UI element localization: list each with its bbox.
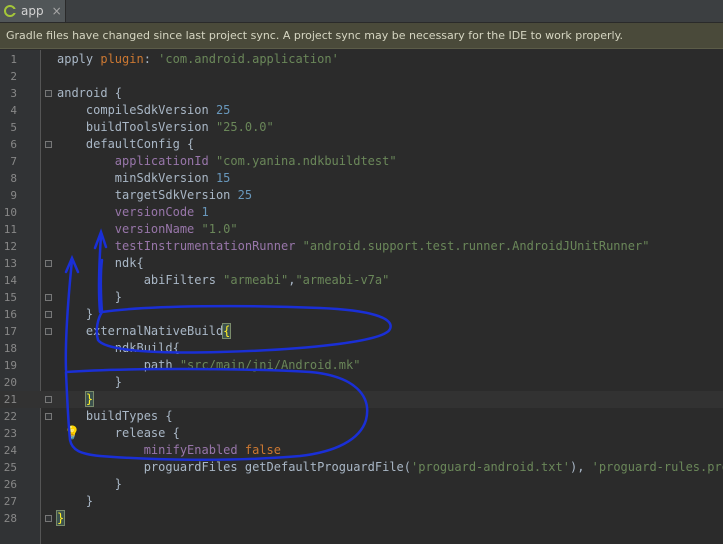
annotation-loop-ndk — [95, 258, 392, 354]
gradle-icon — [4, 5, 17, 17]
tab-label: app — [21, 4, 44, 18]
hand-drawn-annotations — [64, 228, 392, 462]
editor-tab-bar: app × — [0, 0, 723, 23]
sync-notification-banner: Gradle files have changed since last pro… — [0, 23, 723, 49]
annotation-loop-external — [64, 367, 369, 462]
close-icon[interactable]: × — [52, 4, 62, 18]
tab-app[interactable]: app × — [0, 0, 66, 22]
code-editor[interactable]: 1 apply plugin: 'com.android.application'… — [0, 50, 723, 544]
annotation-arrow-external — [64, 258, 74, 372]
